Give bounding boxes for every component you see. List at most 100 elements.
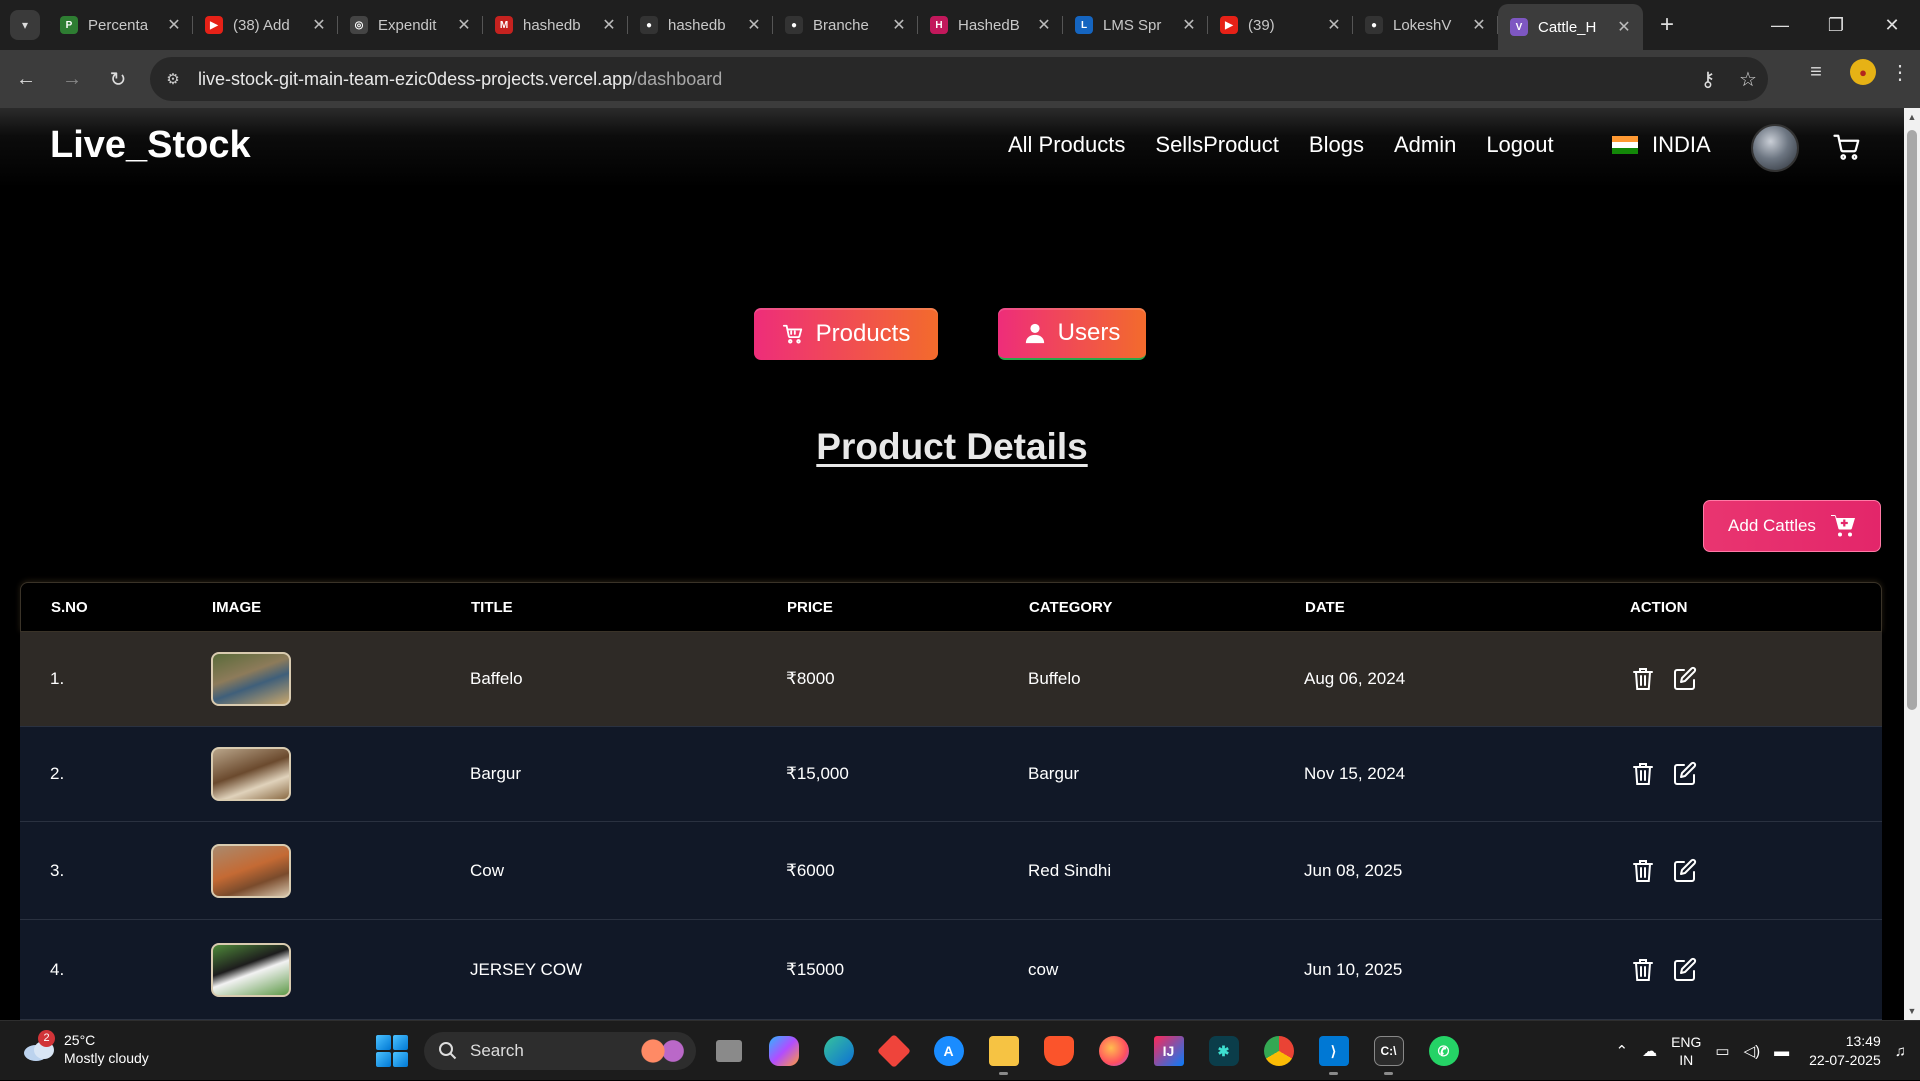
add-cattles-button[interactable]: Add Cattles [1703,500,1881,552]
site-brand[interactable]: Live_Stock [50,124,251,167]
cell-price: ₹15000 [786,959,845,979]
edit-icon[interactable] [1671,760,1699,788]
terminal-app-icon[interactable]: ✱ [1203,1029,1244,1073]
cell-title: Baffelo [470,669,523,688]
page-scrollbar[interactable]: ▲ ▼ [1904,108,1920,1020]
bookmark-star-icon[interactable]: ☆ [1728,67,1768,92]
cell-date: Aug 06, 2024 [1304,669,1406,688]
users-button[interactable]: Users [998,308,1146,360]
tab-favicon-icon: ● [785,16,803,34]
whatsapp-icon[interactable]: ✆ [1423,1029,1464,1073]
tab-title: LokeshV [1393,16,1452,34]
minimize-button[interactable]: — [1752,0,1808,50]
anydesk-icon[interactable] [873,1029,914,1073]
scroll-thumb[interactable] [1907,130,1917,710]
nav-all-products[interactable]: All Products [1008,132,1125,158]
country-selector[interactable]: INDIA [1612,132,1711,158]
tray-overflow-chevron-icon[interactable]: ⌃ [1615,1042,1628,1060]
user-avatar[interactable] [1751,124,1799,172]
app-store-icon[interactable]: A [928,1029,969,1073]
edge-icon[interactable] [818,1029,859,1073]
edit-icon[interactable] [1671,665,1699,693]
web-page: Live_Stock All Products SellsProduct Blo… [0,108,1904,1020]
cell-price: ₹6000 [786,860,835,880]
nav-logout[interactable]: Logout [1486,132,1553,158]
close-window-button[interactable]: ✕ [1864,0,1920,50]
media-controls-icon[interactable]: ≡ [1796,61,1836,84]
product-thumbnail [211,747,291,801]
reload-button[interactable]: ↻ [98,59,138,99]
delete-icon[interactable] [1629,665,1657,693]
chrome-menu-icon[interactable]: ⋮ [1890,60,1910,85]
browser-tab[interactable]: ◎ Expendit ✕ [338,0,483,50]
tab-close-icon[interactable]: ✕ [890,15,908,35]
network-icon[interactable]: ▭ [1715,1042,1729,1060]
tab-close-icon[interactable]: ✕ [455,15,473,35]
browser-tab[interactable]: ▶ (38) Add ✕ [193,0,338,50]
clock[interactable]: 13:49 22-07-2025 [1809,1032,1881,1070]
tab-close-icon[interactable]: ✕ [1180,15,1198,35]
chrome-icon[interactable] [1258,1029,1299,1073]
new-tab-button[interactable]: + [1649,7,1685,43]
tab-close-icon[interactable]: ✕ [1470,15,1488,35]
url-text[interactable]: live-stock-git-main-team-ezic0dess-proje… [198,69,1688,90]
brave-icon[interactable] [1038,1029,1079,1073]
tab-close-icon[interactable]: ✕ [1615,17,1633,37]
tab-close-icon[interactable]: ✕ [1035,15,1053,35]
onedrive-icon[interactable]: ☁ [1642,1042,1657,1060]
volume-icon[interactable]: ◁) [1744,1042,1761,1060]
browser-tab[interactable]: V Cattle_H ✕ [1498,4,1643,50]
browser-tab[interactable]: P Percenta ✕ [48,0,193,50]
scroll-up-arrow-icon[interactable]: ▲ [1907,112,1917,122]
browser-tab[interactable]: Mhashedb ✕ [483,0,628,50]
url-host: live-stock-git-main-team-ezic0dess-proje… [198,68,633,89]
firefox-icon[interactable] [1093,1029,1134,1073]
tab-close-icon[interactable]: ✕ [745,15,763,35]
cell-category: Bargur [1028,764,1080,783]
window-controls: — ❐ ✕ [1752,0,1920,50]
intellij-icon[interactable]: IJ [1148,1029,1189,1073]
browser-tab[interactable]: ● LokeshV ✕ [1353,0,1498,50]
tab-search-button[interactable]: ▾ [10,10,40,40]
forward-button[interactable]: → [52,59,92,99]
task-view-icon[interactable] [708,1029,749,1073]
weather-widget[interactable]: 2 25°C Mostly cloudy [22,1030,149,1067]
profile-avatar-icon[interactable]: ● [1850,59,1876,85]
cell-category: Buffelo [1028,669,1081,688]
browser-tab[interactable]: H HashedB ✕ [918,0,1063,50]
copilot-icon[interactable] [763,1029,804,1073]
edit-icon[interactable] [1671,956,1699,984]
taskbar-search[interactable]: Search [424,1032,696,1070]
edit-icon[interactable] [1671,857,1699,885]
tab-close-icon[interactable]: ✕ [1325,15,1343,35]
products-button[interactable]: Products [754,308,938,360]
clock-date: 22-07-2025 [1809,1052,1881,1068]
browser-tab[interactable]: ● hashedb ✕ [628,0,773,50]
browser-tab[interactable]: L LMS Spr ✕ [1063,0,1208,50]
delete-icon[interactable] [1629,956,1657,984]
scroll-down-arrow-icon[interactable]: ▼ [1907,1006,1917,1016]
tab-close-icon[interactable]: ✕ [165,15,183,35]
password-key-icon[interactable]: ⚷ [1688,67,1728,92]
delete-icon[interactable] [1629,857,1657,885]
file-explorer-icon[interactable] [983,1029,1024,1075]
battery-icon[interactable]: ▬ [1774,1043,1789,1060]
nav-sells-product[interactable]: SellsProduct [1155,132,1279,158]
browser-tab[interactable]: ● Branche ✕ [773,0,918,50]
nav-blogs[interactable]: Blogs [1309,132,1364,158]
tab-close-icon[interactable]: ✕ [310,15,328,35]
site-info-icon[interactable]: ⚙ [156,62,190,96]
browser-tab[interactable]: ▶ (39) ✕ [1208,0,1353,50]
language-indicator[interactable]: ENG IN [1671,1033,1701,1069]
cart-icon[interactable] [1832,132,1862,162]
notification-bell-icon[interactable]: ♫ [1895,1043,1906,1060]
address-bar[interactable]: ⚙ live-stock-git-main-team-ezic0dess-pro… [150,57,1768,101]
delete-icon[interactable] [1629,760,1657,788]
tab-close-icon[interactable]: ✕ [600,15,618,35]
windows-start-icon[interactable] [376,1035,408,1067]
restore-button[interactable]: ❐ [1808,0,1864,50]
nav-admin[interactable]: Admin [1394,132,1456,158]
vscode-icon[interactable]: ⟩ [1313,1029,1354,1075]
command-prompt-icon[interactable]: C:\ [1368,1029,1409,1075]
back-button[interactable]: ← [6,59,46,99]
